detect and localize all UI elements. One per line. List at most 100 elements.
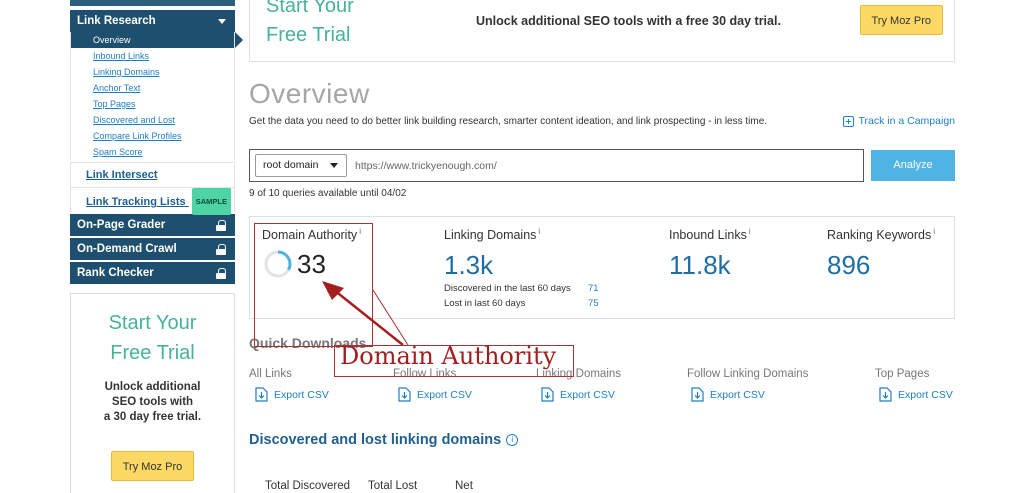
sidebar-section-link-research[interactable]: Link Research [70, 10, 235, 32]
sidebar-locked-label: Rank Checker [77, 267, 154, 279]
lock-icon [216, 219, 226, 231]
sidebar-item-anchor-text[interactable]: Anchor Text [71, 80, 234, 96]
export-csv-button[interactable]: Export CSV [691, 387, 808, 402]
sidebar-section-label: Link Research [77, 15, 156, 27]
linking-domains-value: 1.3k [444, 250, 494, 281]
download-file-icon [879, 387, 892, 402]
export-csv-label: Export CSV [417, 388, 472, 401]
export-csv-label: Export CSV [560, 388, 615, 401]
export-csv-button[interactable]: Export CSV [879, 387, 953, 402]
domain-authority-ring-icon [264, 250, 292, 278]
sidebar-item-link-intersect[interactable]: Link Intersect [70, 162, 235, 187]
trial-text-line: Unlock additional [104, 381, 201, 393]
discovered-lost-title: Discovered and lost linking domains i [249, 432, 519, 448]
sidebar-item-discovered-lost[interactable]: Discovered and Lost [71, 112, 234, 128]
info-icon[interactable]: i [933, 227, 935, 236]
quick-download-all-links: All Links Export CSV [249, 368, 329, 402]
discovered-label: Discovered in the last 60 days [444, 283, 571, 295]
sidebar-item-spam-score[interactable]: Spam Score [71, 144, 234, 160]
lost-value-link[interactable]: 75 [588, 296, 599, 311]
ranking-keywords-label: Ranking Keywords [827, 228, 932, 243]
quick-download-follow-linking-domains: Follow Linking Domains Export CSV [687, 368, 808, 402]
sample-badge: SAMPLE [191, 188, 231, 215]
sidebar-item-compare-link-profiles[interactable]: Compare Link Profiles [71, 128, 234, 144]
quick-download-top-pages: Top Pages Export CSV [875, 368, 953, 402]
info-icon[interactable]: i [538, 227, 540, 236]
track-in-campaign-link[interactable]: Track in a Campaign [842, 115, 955, 127]
quick-download-label: All Links [249, 368, 292, 380]
discovered-stat: Discovered in the last 60 days 71 [444, 281, 604, 296]
net-header: Net [455, 480, 473, 492]
sidebar-top-bar [70, 0, 235, 6]
quick-download-follow-links: Follow Links Export CSV [393, 368, 472, 402]
download-file-icon [255, 387, 268, 402]
banner-title-line: Free Trial [266, 24, 351, 46]
trial-banner: Start Your Free Trial Unlock additional … [249, 0, 955, 62]
track-link-label: Track in a Campaign [858, 115, 955, 127]
export-csv-button[interactable]: Export CSV [398, 387, 472, 402]
annotation-label: Domain Authority [340, 342, 557, 370]
sidebar-item-link-tracking-lists[interactable]: Link Tracking Lists SAMPLE [70, 187, 235, 215]
banner-text: Unlock additional SEO tools with a free … [476, 14, 781, 28]
trial-text-line: a 30 day free trial. [103, 411, 202, 423]
info-icon[interactable]: i [506, 434, 519, 446]
info-icon[interactable]: i [359, 227, 361, 236]
export-csv-button[interactable]: Export CSV [255, 387, 329, 402]
page-description: Get the data you need to do better link … [249, 116, 768, 127]
metric-ranking-keywords: Ranking Keywords i 896 [827, 227, 935, 281]
try-moz-pro-button[interactable]: Try Moz Pro [859, 5, 943, 35]
sidebar-item-on-page-grader[interactable]: On-Page Grader [70, 214, 235, 236]
export-csv-label: Export CSV [898, 388, 953, 401]
sidebar-item-top-pages[interactable]: Top Pages [71, 96, 234, 112]
link-intersect-label: Link Intersect [86, 169, 158, 181]
sidebar-item-linking-domains[interactable]: Linking Domains [71, 64, 234, 80]
url-input[interactable] [355, 155, 855, 177]
sidebar-sub-menu: Overview Inbound Links Linking Domains A… [70, 32, 243, 160]
trial-card-title: Start Your Free Trial [71, 308, 234, 368]
quick-download-label: Top Pages [875, 368, 930, 380]
scope-select[interactable]: root domain [255, 154, 347, 177]
sidebar-trial-card: Start Your Free Trial Unlock additional … [70, 293, 235, 493]
export-csv-label: Export CSV [710, 388, 765, 401]
ranking-keywords-value: 896 [827, 250, 871, 281]
sidebar-item-inbound-links[interactable]: Inbound Links [71, 48, 234, 64]
quick-download-label: Follow Linking Domains [687, 368, 809, 380]
discovered-value-link[interactable]: 71 [588, 281, 599, 296]
domain-authority-label: Domain Authority [262, 228, 358, 243]
trial-card-text: Unlock additional SEO tools with a 30 da… [71, 380, 234, 425]
analyze-button[interactable]: Analyze [871, 150, 955, 181]
quick-download-linking-domains: Linking Domains Export CSV [536, 368, 621, 402]
sidebar-item-overview[interactable]: Overview [71, 32, 243, 48]
sidebar-item-rank-checker[interactable]: Rank Checker [70, 262, 235, 284]
lost-label: Lost in last 60 days [444, 298, 526, 310]
metric-linking-domains: Linking Domains i 1.3k Discovered in the … [444, 227, 604, 311]
metric-label: Ranking Keywords i [827, 227, 935, 242]
sidebar-item-on-demand-crawl[interactable]: On-Demand Crawl [70, 238, 235, 260]
linking-domains-label: Linking Domains [444, 228, 537, 243]
metrics-panel: Domain Authority i 33 Linking Domains i 1.… [249, 216, 955, 319]
export-csv-button[interactable]: Export CSV [541, 387, 621, 402]
try-moz-pro-button[interactable]: Try Moz Pro [110, 451, 195, 481]
metric-label: Inbound Links i [669, 227, 751, 242]
link-tracking-label: Link Tracking Lists [86, 196, 186, 208]
banner-title: Start Your Free Trial [266, 0, 354, 50]
plus-icon [842, 115, 854, 127]
download-file-icon [541, 387, 554, 402]
sidebar-locked-label: On-Page Grader [77, 219, 166, 231]
chevron-down-icon [330, 163, 338, 168]
page-title: Overview [249, 78, 370, 109]
lock-icon [216, 243, 226, 255]
inbound-links-value: 11.8k [669, 250, 731, 281]
trial-text-line: SEO tools with [111, 396, 194, 408]
chevron-down-icon [218, 18, 226, 24]
download-file-icon [398, 387, 411, 402]
total-lost-header: Total Lost [368, 480, 418, 492]
total-discovered-header: Total Discovered [265, 480, 351, 492]
domain-authority-value: 33 [297, 248, 326, 279]
download-file-icon [691, 387, 704, 402]
info-icon[interactable]: i [749, 227, 751, 236]
export-csv-label: Export CSV [274, 388, 329, 401]
domain-authority-row: 33 [262, 248, 361, 280]
banner-title-line: Start Your [266, 0, 354, 17]
sidebar-locked-label: On-Demand Crawl [77, 243, 177, 255]
